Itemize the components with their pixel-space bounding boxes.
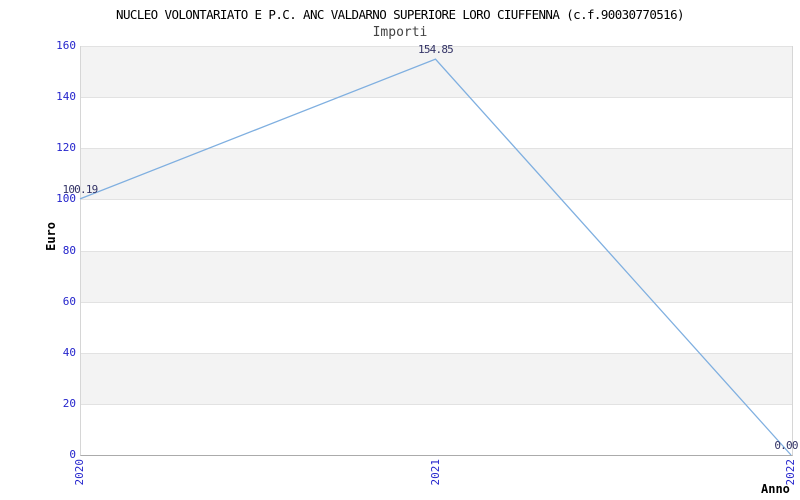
x-tick-label: 2021 (428, 459, 442, 486)
line-series (79, 58, 792, 456)
y-tick-label: 0 (69, 448, 76, 461)
y-tick-label: 40 (62, 345, 76, 359)
y-tick-label: 60 (62, 294, 76, 308)
chart-subtitle: Importi (372, 25, 428, 40)
y-axis-title: Euro (44, 222, 58, 251)
x-axis-title: Anno (761, 482, 790, 496)
y-tick-label: 120 (56, 141, 76, 155)
x-tick-label: 2020 (73, 459, 86, 486)
chart: NUCLEO VOLONTARIATO E P.C. ANC VALDARNO … (0, 0, 800, 500)
data-point-label: 100.19 (62, 182, 99, 196)
series-line-importi (79, 58, 792, 456)
data-point-label: 0.00 (774, 439, 798, 452)
y-tick-label: 160 (56, 39, 76, 52)
chart-title: NUCLEO VOLONTARIATO E P.C. ANC VALDARNO … (116, 7, 685, 22)
y-tick-label: 80 (62, 243, 76, 257)
data-point-label: 154.85 (418, 43, 454, 57)
y-tick-label: 20 (62, 396, 76, 410)
y-tick-label: 140 (56, 90, 76, 104)
